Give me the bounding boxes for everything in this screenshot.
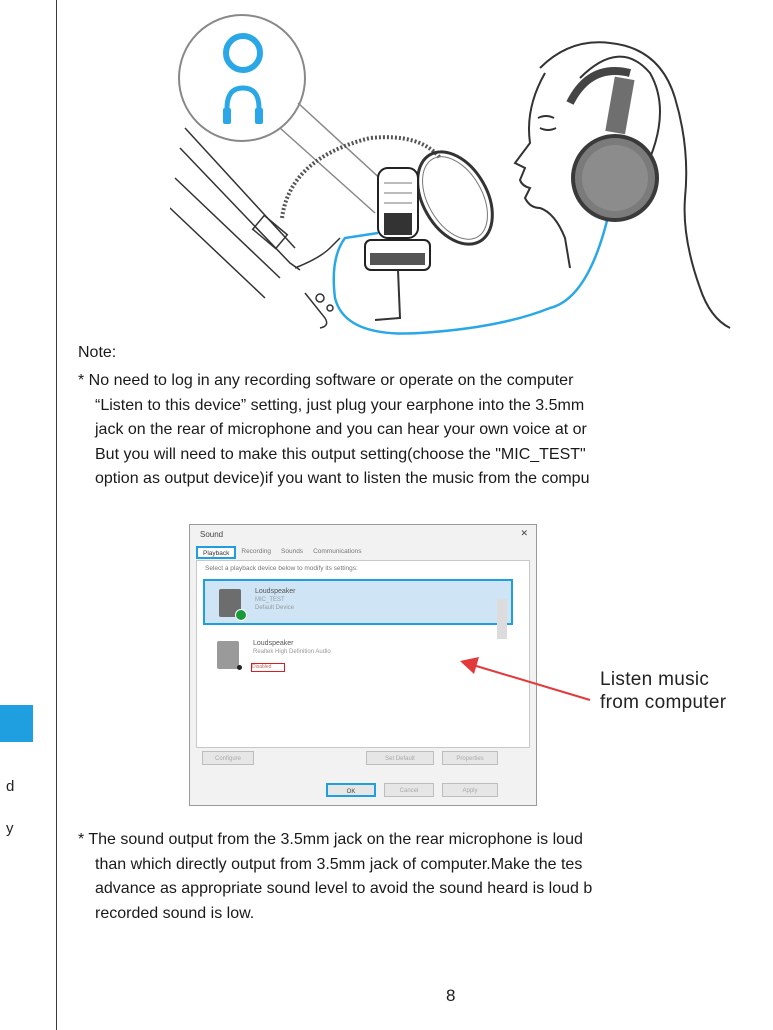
note2-line: * The sound output from the 3.5mm jack o… (78, 831, 583, 848)
note-line: option as output device)if you want to l… (95, 470, 590, 487)
close-icon: ✕ (520, 528, 528, 538)
device-item-mic-test: Loudspeaker MIC_TEST Default Device (203, 579, 513, 639)
callout-line: from computer (600, 692, 727, 713)
tab-sounds: Sounds (281, 548, 304, 555)
section-tab-marker (0, 705, 33, 742)
column-divider (56, 0, 57, 1030)
properties-button: Properties (442, 751, 498, 765)
device-status-highlight: Disabled (251, 663, 285, 672)
note2-line: than which directly output from 3.5mm ja… (95, 855, 583, 873)
callout-text: Listen music from computer (600, 668, 726, 714)
dialog-tabs: Playback Recording Sounds Communications (196, 546, 366, 559)
device-subtitle: MIC_TEST (255, 597, 285, 603)
page-number: 8 (446, 986, 456, 1005)
note2-line: recorded sound is low. (95, 904, 255, 922)
device-list-panel: Select a playback device below to modify… (196, 560, 530, 748)
tab-communications: Communications (313, 548, 362, 555)
device-status: Default Device (255, 605, 295, 611)
tab-playback: Playback (196, 546, 237, 559)
cancel-button: Cancel (384, 783, 434, 797)
callout-line: Listen music (600, 669, 710, 690)
note-line: jack on the rear of microphone and you c… (95, 421, 587, 438)
note2-paragraph: * The sound output from the 3.5mm jack o… (78, 828, 773, 926)
disabled-dot-icon (237, 665, 242, 670)
dialog-instruction: Select a playback device below to modify… (205, 565, 358, 572)
device-name: Loudspeaker (255, 588, 296, 595)
speaker-icon (217, 641, 239, 669)
ok-button: OK (326, 783, 376, 797)
microphone (364, 167, 431, 321)
left-column-fragment: y (6, 820, 14, 837)
tab-recording: Recording (241, 548, 272, 555)
apply-button: Apply (442, 783, 498, 797)
note-line: * No need to log in any recording softwa… (78, 372, 574, 389)
left-column-fragment: d (6, 778, 15, 795)
headphones-on-head (566, 67, 659, 222)
device-subtitle: Realtek High Definition Audio (253, 649, 331, 655)
note2-line: advance as appropriate sound level to av… (95, 880, 593, 897)
note-heading: Note: (78, 344, 117, 361)
dialog-title: Sound (200, 530, 224, 539)
default-check-icon (235, 609, 247, 621)
microphone-listening-illustration (170, 14, 731, 335)
note-paragraph: * No need to log in any recording softwa… (78, 369, 773, 492)
configure-button: Configure (202, 751, 254, 765)
red-arrow (460, 657, 591, 701)
set-default-button: Set Default (366, 751, 434, 765)
note-line: But you will need to make this output se… (95, 445, 586, 463)
device-name: Loudspeaker (253, 640, 294, 647)
note-line: “Listen to this device” setting, just pl… (95, 396, 585, 414)
